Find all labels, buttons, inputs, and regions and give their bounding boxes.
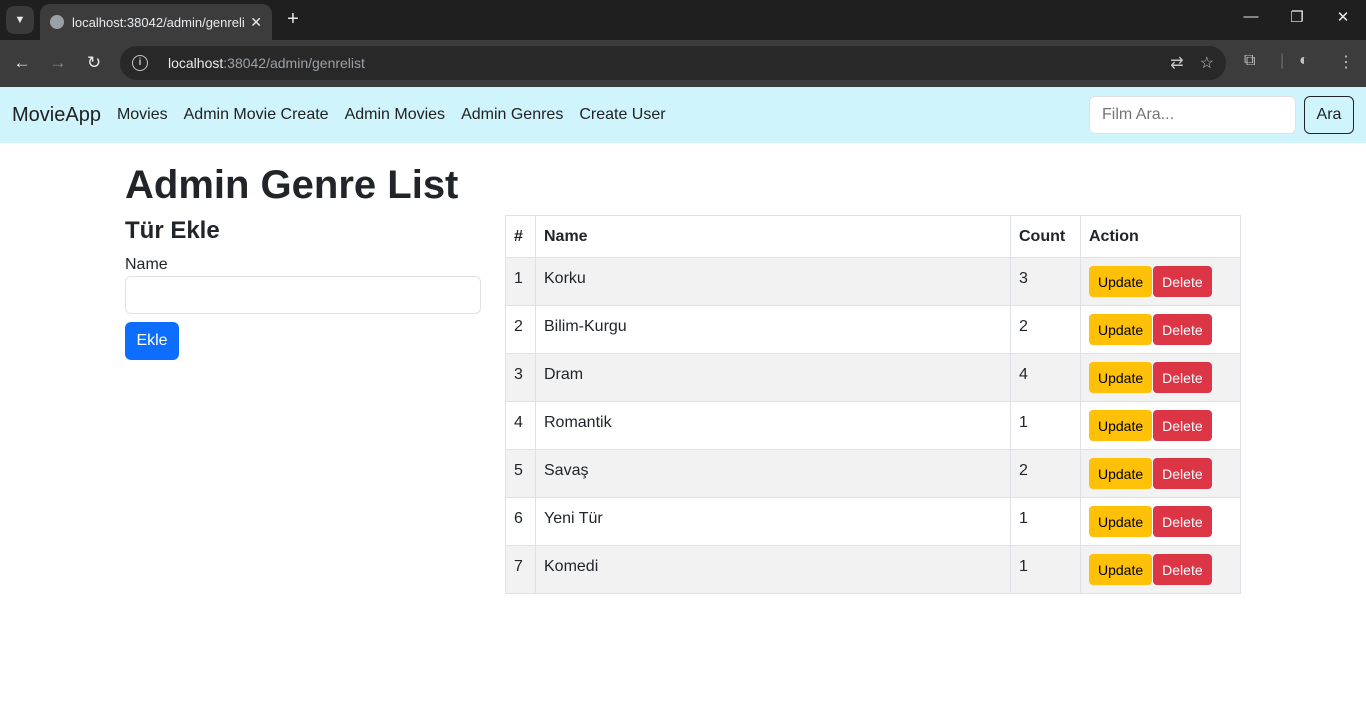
row-actions: Update Delete (1080, 449, 1241, 498)
row-count: 1 (1010, 401, 1081, 450)
browser-tab[interactable]: localhost:38042/admin/genrelist ✕ (40, 4, 272, 40)
search-button[interactable]: Ara (1304, 96, 1354, 134)
delete-button[interactable]: Delete (1153, 458, 1212, 489)
reload-icon[interactable]: ↻ (83, 52, 105, 74)
header-action: Action (1080, 215, 1241, 258)
table-header-row: # Name Count Action (505, 215, 1241, 258)
header-id: # (505, 215, 536, 258)
delete-button[interactable]: Delete (1153, 362, 1212, 393)
address-bar[interactable]: i localhost:38042/admin/genrelist ⇄ ☆ (120, 46, 1226, 80)
translate-icon[interactable]: ⇄ (1170, 53, 1183, 73)
row-name: Korku (535, 257, 1011, 306)
row-actions: Update Delete (1080, 353, 1241, 402)
row-name: Komedi (535, 545, 1011, 594)
add-genre-title: Tür Ekle (125, 217, 220, 244)
header-count: Count (1010, 215, 1081, 258)
tab-title: localhost:38042/admin/genrelist (72, 14, 245, 30)
table-row: 1 Korku 3 Update Delete (505, 257, 1241, 306)
profile-avatar-icon[interactable]: ◐ (1299, 52, 1309, 70)
row-name: Dram (535, 353, 1011, 402)
row-id: 3 (505, 353, 536, 402)
table-row: 2 Bilim-Kurgu 2 Update Delete (505, 305, 1241, 354)
row-id: 7 (505, 545, 536, 594)
restore-icon[interactable]: ❐ (1274, 8, 1320, 26)
delete-button[interactable]: Delete (1153, 314, 1212, 345)
forward-icon[interactable]: → (47, 52, 69, 74)
add-genre-button[interactable]: Ekle (125, 322, 179, 360)
update-button[interactable]: Update (1089, 554, 1153, 585)
table-row: 3 Dram 4 Update Delete (505, 353, 1241, 402)
url-text: localhost:38042/admin/genrelist (168, 55, 365, 71)
row-count: 4 (1010, 353, 1081, 402)
brand-link[interactable]: MovieApp (12, 104, 101, 127)
window-close-icon[interactable]: ✕ (1320, 8, 1366, 26)
close-icon[interactable]: ✕ (250, 14, 262, 31)
row-actions: Update Delete (1080, 401, 1241, 450)
browser-toolbar: ← → ↻ i localhost:38042/admin/genrelist … (0, 40, 1366, 87)
update-button[interactable]: Update (1089, 458, 1153, 489)
row-count: 3 (1010, 257, 1081, 306)
row-name: Savaş (535, 449, 1011, 498)
table-row: 4 Romantik 1 Update Delete (505, 401, 1241, 450)
extensions-icon[interactable]: ⧉ (1244, 52, 1255, 70)
back-icon[interactable]: ← (11, 52, 33, 74)
browser-tab-bar: ▼ localhost:38042/admin/genrelist ✕ + — … (0, 0, 1366, 40)
row-name: Bilim-Kurgu (535, 305, 1011, 354)
update-button[interactable]: Update (1089, 266, 1153, 297)
delete-button[interactable]: Delete (1153, 506, 1212, 537)
app-navbar: MovieApp Movies Admin Movie Create Admin… (0, 87, 1366, 143)
table-row: 6 Yeni Tür 1 Update Delete (505, 497, 1241, 546)
update-button[interactable]: Update (1089, 506, 1153, 537)
row-count: 1 (1010, 497, 1081, 546)
movie-search-input[interactable] (1089, 96, 1296, 134)
chevron-down-icon: ▼ (14, 14, 26, 26)
delete-button[interactable]: Delete (1153, 410, 1212, 441)
toolbar-divider: | (1280, 52, 1285, 69)
update-button[interactable]: Update (1089, 410, 1153, 441)
globe-icon (50, 15, 64, 29)
tab-search-button[interactable]: ▼ (6, 6, 34, 34)
row-id: 5 (505, 449, 536, 498)
row-count: 1 (1010, 545, 1081, 594)
nav-link-movies[interactable]: Movies (117, 106, 168, 124)
row-count: 2 (1010, 305, 1081, 354)
row-id: 2 (505, 305, 536, 354)
new-tab-button[interactable]: + (282, 8, 304, 31)
nav-link-create-user[interactable]: Create User (579, 106, 665, 124)
table-row: 7 Komedi 1 Update Delete (505, 545, 1241, 594)
bookmark-star-icon[interactable]: ☆ (1200, 53, 1214, 73)
menu-kebab-icon[interactable]: ⋮ (1338, 52, 1354, 72)
delete-button[interactable]: Delete (1153, 554, 1212, 585)
table-row: 5 Savaş 2 Update Delete (505, 449, 1241, 498)
nav-link-admin-genres[interactable]: Admin Genres (461, 106, 563, 124)
row-name: Yeni Tür (535, 497, 1011, 546)
row-id: 4 (505, 401, 536, 450)
nav-link-admin-movie-create[interactable]: Admin Movie Create (184, 106, 329, 124)
site-info-icon[interactable]: i (132, 55, 148, 71)
genre-name-input[interactable] (125, 276, 481, 314)
row-actions: Update Delete (1080, 497, 1241, 546)
row-actions: Update Delete (1080, 257, 1241, 306)
row-name: Romantik (535, 401, 1011, 450)
update-button[interactable]: Update (1089, 362, 1153, 393)
header-name: Name (535, 215, 1011, 258)
update-button[interactable]: Update (1089, 314, 1153, 345)
row-actions: Update Delete (1080, 305, 1241, 354)
delete-button[interactable]: Delete (1153, 266, 1212, 297)
page-title: Admin Genre List (125, 163, 459, 207)
row-id: 1 (505, 257, 536, 306)
nav-link-admin-movies[interactable]: Admin Movies (345, 106, 445, 124)
name-label: Name (125, 256, 168, 273)
genre-table: # Name Count Action 1 Korku 3 Update Dele… (505, 215, 1241, 594)
row-id: 6 (505, 497, 536, 546)
row-actions: Update Delete (1080, 545, 1241, 594)
row-count: 2 (1010, 449, 1081, 498)
minimize-icon[interactable]: — (1228, 8, 1274, 25)
